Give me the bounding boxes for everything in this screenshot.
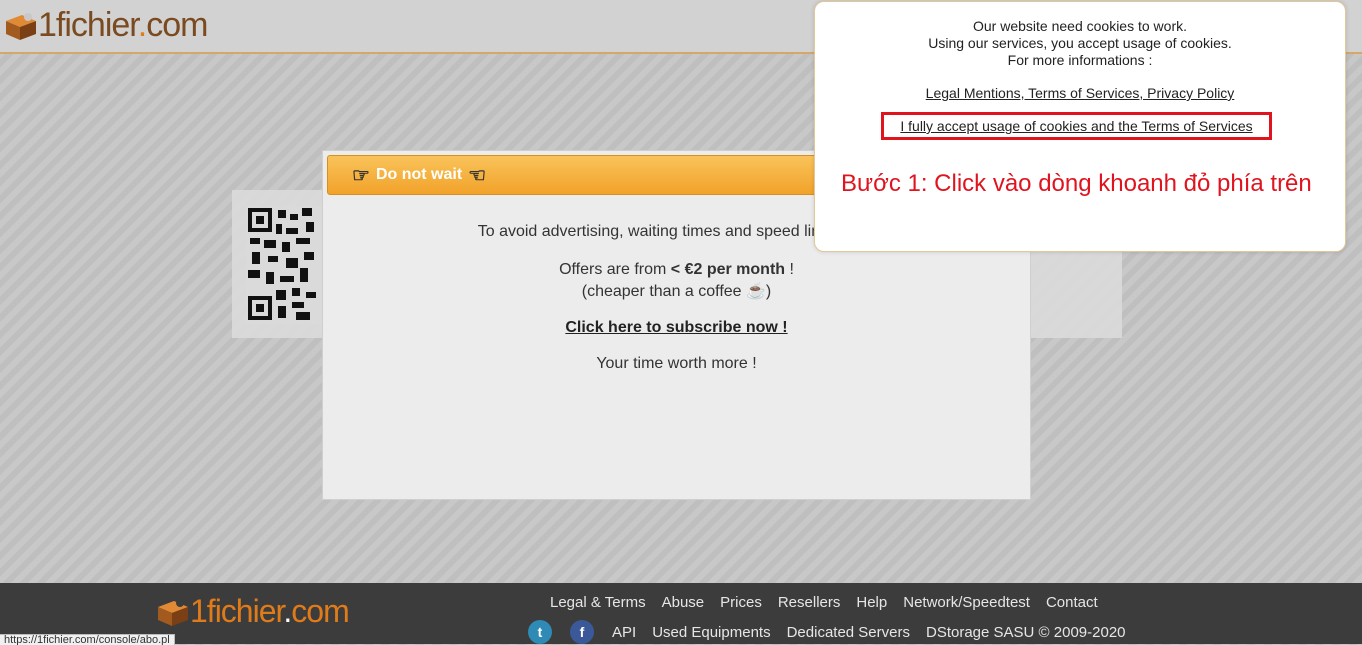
qr-code (246, 206, 322, 324)
footer-link-used-equipments[interactable]: Used Equipments (652, 624, 770, 641)
footer-link-legal[interactable]: Legal & Terms (550, 594, 646, 611)
footer-link-contact[interactable]: Contact (1046, 594, 1098, 611)
browser-status-bar: https://1fichier.com/console/abo.pl (0, 634, 175, 645)
footer-link-help[interactable]: Help (856, 594, 887, 611)
twitter-icon[interactable]: t (528, 620, 552, 644)
brand-name: 1fichier (190, 593, 284, 629)
pointing-hand-left-icon: ☜ (468, 164, 487, 187)
footer-link-abuse[interactable]: Abuse (662, 594, 705, 611)
time-worth-text: Your time worth more ! (596, 355, 757, 372)
cookie-text-3: For more informations : (1007, 52, 1153, 68)
footer-link-dedicated-servers[interactable]: Dedicated Servers (787, 624, 910, 641)
legal-mentions-link[interactable]: Legal Mentions, Terms of Services, Priva… (926, 85, 1235, 101)
site-logo[interactable]: 1fichier.com (4, 6, 208, 45)
offer-price: < €2 per month (670, 261, 786, 278)
brand-name: 1fichier (38, 6, 139, 44)
subscribe-link[interactable]: Click here to subscribe now ! (565, 319, 787, 337)
box-logo-icon (4, 11, 38, 41)
footer-links-row2: t f API Used Equipments Dedicated Server… (528, 620, 1142, 644)
instruction-annotation: Bước 1: Click vào dòng khoanh đỏ phía tr… (841, 170, 1312, 197)
box-logo-icon (156, 597, 190, 627)
pointing-hand-right-icon: ☞ (352, 164, 370, 187)
footer-link-api[interactable]: API (612, 624, 636, 641)
page-footer: 1fichier.com Legal & Terms Abuse Prices … (0, 583, 1362, 644)
cookie-consent-popup: Our website need cookies to work. Using … (814, 1, 1346, 252)
accept-highlight-box: I fully accept usage of cookies and the … (881, 112, 1272, 140)
modal-title: Do not wait (375, 166, 463, 183)
footer-copyright: DStorage SASU © 2009-2020 (926, 623, 1126, 641)
facebook-icon[interactable]: f (570, 620, 594, 644)
footer-link-prices[interactable]: Prices (720, 594, 762, 611)
footer-links-row1: Legal & Terms Abuse Prices Resellers Hel… (550, 594, 1114, 611)
footer-link-network[interactable]: Network/Speedtest (903, 594, 1030, 611)
cookie-text-2: Using our services, you accept usage of … (928, 35, 1232, 51)
brand-tld: com (291, 593, 349, 629)
brand-dot: . (137, 6, 148, 44)
brand-tld: com (146, 6, 208, 44)
accept-cookies-link[interactable]: I fully accept usage of cookies and the … (900, 118, 1252, 134)
footer-logo[interactable]: 1fichier.com (156, 593, 350, 630)
offers-text: Offers are from < €2 per month ! (559, 261, 794, 278)
coffee-text: (cheaper than a coffee ☕) (581, 283, 772, 300)
footer-link-resellers[interactable]: Resellers (778, 594, 841, 611)
cookie-text-1: Our website need cookies to work. (973, 18, 1187, 34)
